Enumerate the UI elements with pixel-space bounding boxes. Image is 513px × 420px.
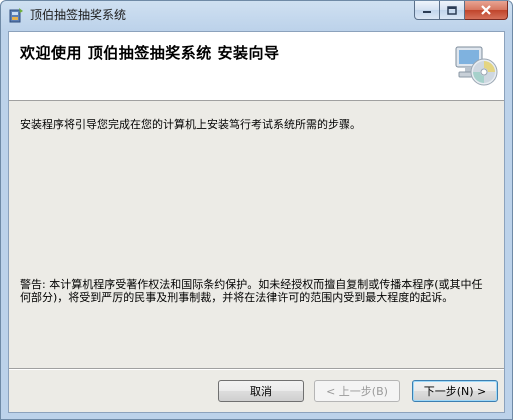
close-button[interactable] (465, 1, 508, 20)
wizard-client-area: 欢迎使用 顶伯抽签抽奖系统 安装向导 安装程序将引导您完成在您的计算机上安装笃行… (8, 31, 505, 413)
window-title: 顶伯抽签抽奖系统 (30, 8, 127, 22)
minimize-button[interactable] (414, 1, 440, 20)
next-button[interactable]: 下一步(N) > (412, 380, 498, 402)
maximize-icon (447, 5, 457, 15)
cancel-button[interactable]: 取消 (218, 380, 304, 402)
wizard-banner: 欢迎使用 顶伯抽签抽奖系统 安装向导 (9, 32, 504, 101)
copyright-warning: 警告: 本计算机程序受著作权法和国际条约保护。如未经授权而擅自复制或传播本程序(… (20, 278, 483, 304)
wizard-content: 安装程序将引导您完成在您的计算机上安装笃行考试系统所需的步骤。 警告: 本计算机… (9, 101, 504, 382)
minimize-icon (423, 11, 431, 13)
back-button[interactable]: < 上一步(B) (314, 380, 400, 402)
computer-cd-icon (455, 46, 498, 86)
intro-text: 安装程序将引导您完成在您的计算机上安装笃行考试系统所需的步骤。 (20, 118, 361, 131)
caption-buttons (414, 1, 508, 21)
button-separator (9, 368, 504, 370)
installer-app-icon (9, 8, 23, 23)
title-bar[interactable]: 顶伯抽签抽奖系统 (1, 1, 512, 29)
close-icon (481, 5, 491, 15)
maximize-button[interactable] (440, 1, 465, 20)
page-title: 欢迎使用 顶伯抽签抽奖系统 安装向导 (20, 44, 280, 62)
installer-window: 顶伯抽签抽奖系统 欢迎使用 顶伯抽签抽奖系统 安装向导 安装程序将引导您完成在您… (0, 0, 513, 420)
